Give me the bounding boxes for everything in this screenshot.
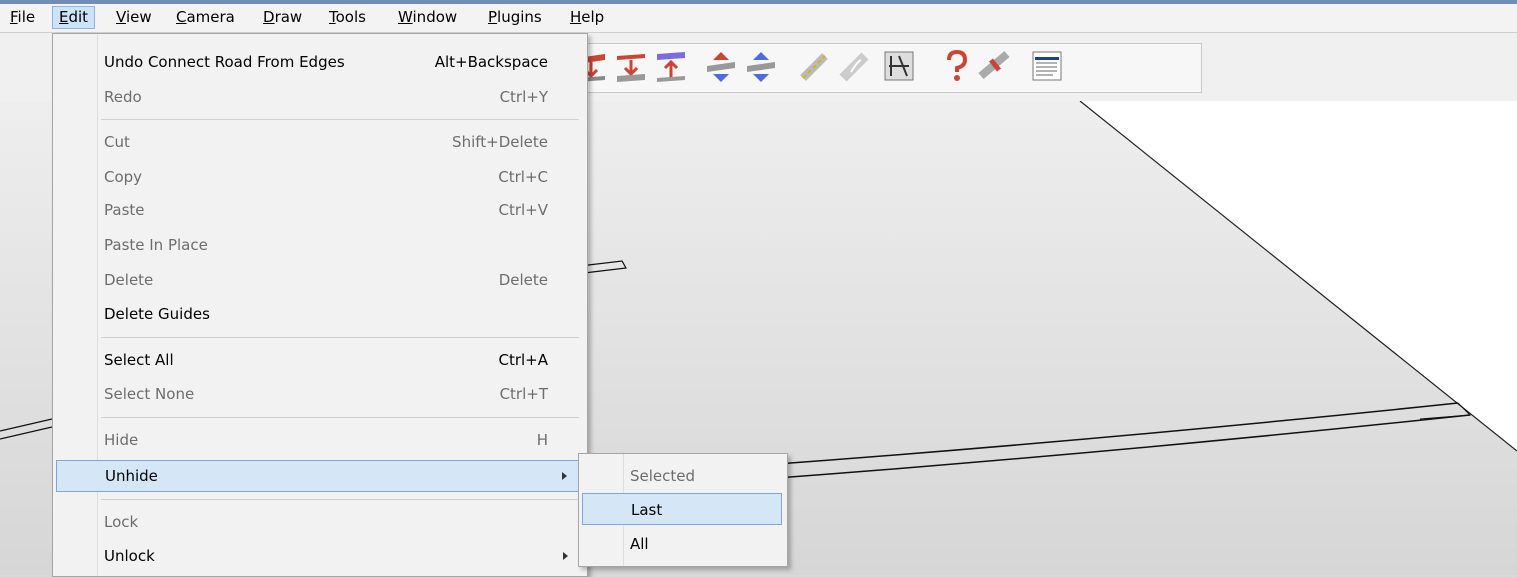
road-flatten-icon[interactable] <box>613 48 649 84</box>
menu-item-label: Paste <box>104 201 145 219</box>
menu-item-lock[interactable]: Lock <box>56 507 582 537</box>
menu-item-label: Cut <box>104 133 130 151</box>
menu-item-shortcut: Shift+Delete <box>452 133 548 151</box>
menu-item-label: Delete <box>104 271 154 289</box>
menu-item-label: Paste In Place <box>104 236 208 254</box>
menu-item-label: Lock <box>104 513 139 531</box>
help-icon[interactable] <box>937 48 973 84</box>
menu-item-select-none[interactable]: Select None Ctrl+T <box>56 379 582 409</box>
menu-file[interactable]: File <box>4 7 41 28</box>
menu-item-label: Redo <box>104 88 142 106</box>
menu-item-shortcut: Ctrl+A <box>498 351 548 369</box>
menu-item-label: Select None <box>104 385 195 403</box>
menu-item-hide[interactable]: Hide H <box>56 425 582 455</box>
menu-plugins[interactable]: Plugins <box>482 7 548 28</box>
menu-item-paste-in-place[interactable]: Paste In Place <box>56 230 582 260</box>
submenu-arrow-icon <box>563 552 568 560</box>
menu-item-delete-guides[interactable]: Delete Guides <box>56 299 582 329</box>
menu-item-paste[interactable]: Paste Ctrl+V <box>56 195 582 225</box>
move-up-icon[interactable] <box>703 48 739 84</box>
menu-item-label: Unlock <box>104 547 155 565</box>
menu-item-unhide[interactable]: Unhide <box>56 460 582 492</box>
menu-item-label: Undo Connect Road From Edges <box>104 53 345 71</box>
menu-item-shortcut: H <box>536 431 548 449</box>
menu-item-copy[interactable]: Copy Ctrl+C <box>56 162 582 192</box>
menu-item-shortcut: Ctrl+Y <box>499 88 548 106</box>
app-window: File Edit View Camera Draw Tools Window … <box>0 0 1517 577</box>
menu-item-label: All <box>630 535 649 553</box>
draw-path-icon[interactable] <box>797 48 833 84</box>
submenu-item-selected[interactable]: Selected <box>582 460 782 492</box>
menu-item-label: Delete Guides <box>104 305 210 323</box>
menu-separator <box>101 499 579 500</box>
menu-separator <box>101 417 579 418</box>
roads-toolbar <box>560 43 1202 93</box>
menu-item-redo[interactable]: Redo Ctrl+Y <box>56 82 582 112</box>
menu-item-cut[interactable]: Cut Shift+Delete <box>56 127 582 157</box>
options-list-icon[interactable] <box>1029 48 1065 84</box>
menu-edit[interactable]: Edit <box>52 6 96 29</box>
curve-icon[interactable] <box>837 48 873 84</box>
menu-tools[interactable]: Tools <box>323 7 372 28</box>
menu-item-label: Select All <box>104 351 174 369</box>
menu-draw[interactable]: Draw <box>257 7 308 28</box>
menu-view[interactable]: View <box>110 7 158 28</box>
menu-item-shortcut: Delete <box>498 271 548 289</box>
menu-item-label: Hide <box>104 431 139 449</box>
wizard-icon[interactable] <box>977 48 1013 84</box>
menu-separator <box>101 337 579 338</box>
road-raise-icon[interactable] <box>653 48 689 84</box>
menu-help[interactable]: Help <box>564 7 610 28</box>
edit-menu-dropdown: Undo Connect Road From Edges Alt+Backspa… <box>52 33 588 577</box>
menu-item-label: Copy <box>104 168 143 186</box>
menu-item-shortcut: Ctrl+C <box>498 168 548 186</box>
menu-separator <box>101 119 579 120</box>
menu-item-label: Unhide <box>105 467 158 485</box>
menu-item-undo[interactable]: Undo Connect Road From Edges Alt+Backspa… <box>56 47 582 77</box>
menu-item-label: Selected <box>630 467 696 485</box>
menu-item-shortcut: Alt+Backspace <box>434 53 548 71</box>
menu-item-delete[interactable]: Delete Delete <box>56 265 582 295</box>
intersection-icon[interactable] <box>881 48 917 84</box>
submenu-item-last[interactable]: Last <box>582 493 782 525</box>
submenu-item-all[interactable]: All <box>582 528 782 560</box>
menu-item-select-all[interactable]: Select All Ctrl+A <box>56 345 582 375</box>
menu-item-shortcut: Ctrl+T <box>499 385 548 403</box>
menu-camera[interactable]: Camera <box>170 7 241 28</box>
menu-window[interactable]: Window <box>392 7 463 28</box>
unhide-submenu: Selected Last All <box>578 453 788 567</box>
menu-item-unlock[interactable]: Unlock <box>56 541 582 571</box>
menu-item-shortcut: Ctrl+V <box>498 201 548 219</box>
menu-item-label: Last <box>631 501 663 519</box>
menu-bar: File Edit View Camera Draw Tools Window … <box>0 4 1517 33</box>
move-down-icon[interactable] <box>743 48 779 84</box>
submenu-arrow-icon <box>562 472 567 480</box>
